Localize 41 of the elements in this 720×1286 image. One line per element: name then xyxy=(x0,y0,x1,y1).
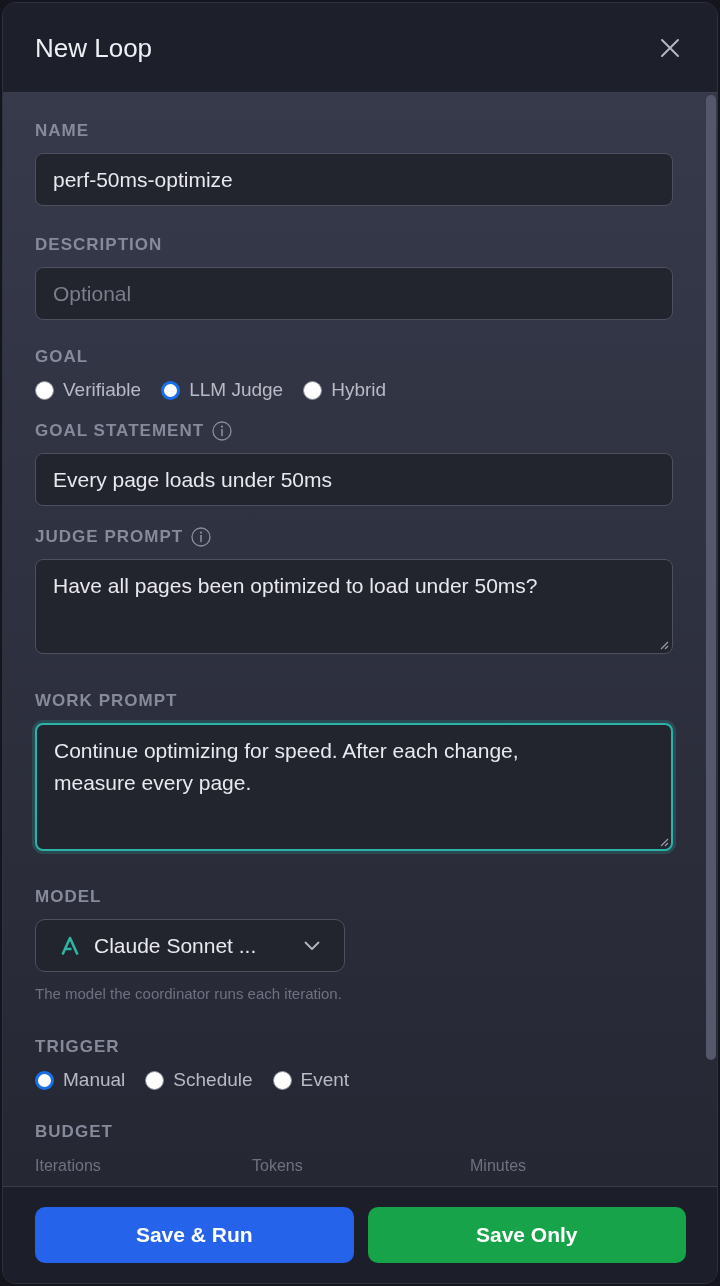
resize-handle-icon[interactable] xyxy=(660,641,669,650)
logo-icon xyxy=(60,935,80,956)
radio-label: Hybrid xyxy=(331,379,387,401)
field-label: MODEL xyxy=(35,887,102,907)
column-label: Tokens xyxy=(252,1156,304,1176)
text-input[interactable]: Optional xyxy=(35,267,673,320)
text-area[interactable]: Have all pages been optimized to load under 50ms? xyxy=(35,559,673,654)
chevron-down-icon xyxy=(304,940,320,951)
radio-button[interactable] xyxy=(35,1070,54,1090)
field-label: JUDGE PROMPT xyxy=(35,527,184,547)
radio-label: Event xyxy=(300,1069,350,1091)
resize-handle-icon[interactable] xyxy=(660,838,669,847)
radio-label: Verifiable xyxy=(63,379,142,401)
info-icon[interactable] xyxy=(191,527,212,547)
field-label: GOAL STATEMENT xyxy=(35,421,205,441)
radio-label: Schedule xyxy=(173,1069,253,1091)
column-label: Minutes xyxy=(470,1156,528,1176)
radio-button[interactable] xyxy=(35,380,54,400)
radio-label: Manual xyxy=(63,1069,126,1091)
radio-button[interactable] xyxy=(161,380,181,400)
radio-label: LLM Judge xyxy=(189,379,284,401)
field-label: BUDGET xyxy=(35,1122,113,1142)
close-icon xyxy=(660,37,680,58)
field-label: TRIGGER xyxy=(35,1037,120,1057)
field-label: GOAL xyxy=(35,347,89,367)
radio-button[interactable] xyxy=(303,380,323,400)
text-input[interactable]: Every page loads under 50ms xyxy=(35,453,673,506)
info-icon[interactable] xyxy=(212,421,233,441)
field-label: NAME xyxy=(35,121,90,141)
dialog-title: New Loop xyxy=(35,31,153,64)
model-dropdown[interactable]: Claude Sonnet ... xyxy=(35,919,345,972)
radio-button[interactable] xyxy=(272,1070,292,1090)
text-input[interactable]: perf-50ms-optimize xyxy=(35,153,673,206)
field-label: DESCRIPTION xyxy=(35,235,163,255)
field-label: WORK PROMPT xyxy=(35,691,178,711)
helper-text: The model the coordinator runs each iteration. xyxy=(35,984,343,1004)
scrollbar-thumb[interactable] xyxy=(706,95,716,1060)
action-button[interactable]: Save & Run xyxy=(35,1207,354,1263)
radio-button[interactable] xyxy=(145,1070,165,1090)
column-label: Iterations xyxy=(35,1156,102,1176)
text-area[interactable]: Continue optimizing for speed. After each change, measure every page. xyxy=(35,723,673,851)
